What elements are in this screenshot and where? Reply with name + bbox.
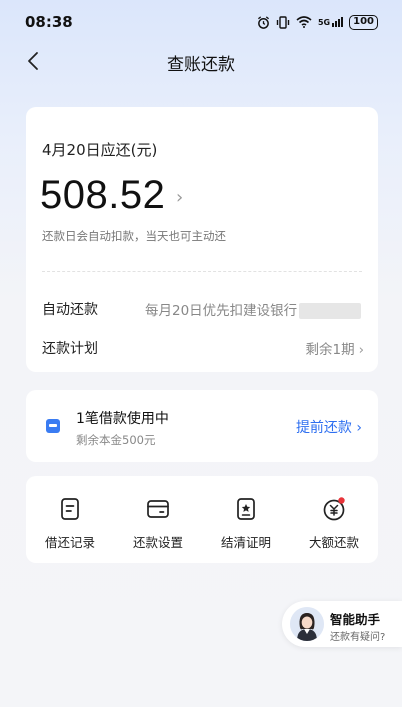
due-amount[interactable]: 508.52	[40, 173, 165, 218]
function-label: 借还记录	[44, 535, 95, 550]
repay-plan-value: 剩余1期	[305, 342, 355, 358]
function-label: 结清证明	[220, 535, 271, 550]
settlement-certificate-button[interactable]: 结清证明	[202, 476, 290, 563]
assistant-avatar	[290, 607, 324, 641]
due-card: 4月20日应还(元) 508.52 › 还款日会自动扣款，当天也可主动还 自动还…	[26, 107, 378, 372]
assistant-avatar-icon	[290, 607, 324, 641]
divider	[42, 271, 362, 272]
prepay-button[interactable]: 提前还款 ›	[296, 417, 362, 437]
repay-plan-value-wrap: 剩余1期 ›	[306, 338, 365, 358]
status-icons: 5G 100	[257, 14, 378, 30]
assistant-subtitle: 还款有疑问?	[330, 632, 386, 643]
assistant-title: 智能助手	[330, 612, 381, 627]
prepay-label: 提前还款	[295, 420, 352, 436]
chevron-right-icon: ›	[356, 420, 362, 436]
status-bar: 08:38 5G 100	[0, 0, 402, 44]
function-grid: 借还记录 还款设置 结清证明 大额还款	[26, 476, 378, 563]
wallet-icon	[46, 419, 60, 433]
page-title: 查账还款	[167, 54, 235, 75]
wifi-icon	[296, 16, 312, 28]
alarm-icon	[257, 15, 269, 29]
auto-repay-label: 自动还款	[42, 302, 98, 318]
repay-plan-row[interactable]: 还款计划 剩余1期 ›	[42, 336, 364, 360]
vibrate-icon	[276, 15, 290, 29]
auto-repay-row[interactable]: 自动还款 每月20日优先扣建设银行	[42, 297, 364, 321]
remaining-principal: 剩余本金500元	[76, 433, 156, 447]
loan-title: 1笔借款使用中	[76, 411, 169, 427]
smart-assistant-button[interactable]: 智能助手 还款有疑问?	[282, 601, 402, 647]
borrow-repay-records-button[interactable]: 借还记录	[26, 476, 114, 563]
chevron-right-icon: ›	[358, 342, 364, 358]
status-time: 08:38	[25, 13, 73, 31]
battery-indicator: 100	[349, 14, 378, 30]
auto-repay-value: 每月20日优先扣建设银行	[145, 303, 298, 319]
auto-debit-note: 还款日会自动扣款，当天也可主动还	[42, 229, 226, 243]
due-date-label: 4月20日应还(元)	[42, 141, 158, 159]
repay-plan-label: 还款计划	[42, 341, 98, 357]
masked-card-number	[299, 303, 362, 319]
function-label: 大额还款	[308, 535, 359, 550]
certificate-icon	[237, 498, 255, 520]
large-repayment-button[interactable]: 大额还款	[290, 476, 378, 563]
nav-bar: 查账还款	[0, 44, 402, 80]
large-repay-icon	[323, 497, 345, 521]
repay-settings-button[interactable]: 还款设置	[114, 476, 202, 563]
signal-5g-icon: 5G	[317, 17, 344, 27]
back-arrow-icon[interactable]	[22, 49, 46, 73]
function-label: 还款设置	[132, 535, 183, 550]
chevron-right-icon[interactable]: ›	[176, 187, 183, 208]
loan-card: 1笔借款使用中 剩余本金500元 提前还款 ›	[26, 390, 378, 462]
network-label: 5G	[317, 18, 331, 27]
card-settings-icon	[147, 500, 169, 518]
auto-repay-value-wrap: 每月20日优先扣建设银行	[145, 299, 362, 319]
record-icon	[61, 498, 79, 520]
